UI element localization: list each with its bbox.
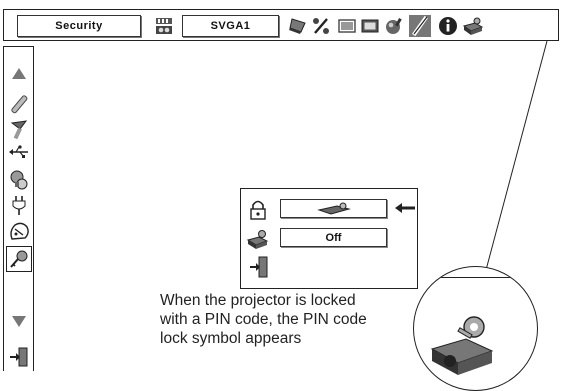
power-management-icon[interactable]	[8, 221, 30, 243]
exit-icon[interactable]	[248, 255, 270, 279]
color-icon[interactable]	[384, 16, 404, 36]
key-lock-icon[interactable]	[462, 15, 484, 37]
magnified-frame-edge	[414, 267, 537, 278]
exit-icon[interactable]	[8, 346, 30, 368]
padlock-icon	[250, 200, 266, 220]
menu-label-security[interactable]: Security	[17, 15, 141, 37]
pin-code-lock-dialog: Off	[240, 188, 418, 289]
memory-card-icon[interactable]	[154, 16, 174, 36]
screen-frame-icon[interactable]	[360, 16, 380, 36]
usb-icon[interactable]	[8, 141, 30, 163]
pin-lock-value-field[interactable]: Off	[280, 228, 387, 247]
lamp-icon[interactable]	[8, 169, 30, 191]
pin-lock-symbol-icon	[430, 316, 494, 375]
projector-key-icon	[316, 202, 351, 215]
top-menu-bar: Security SVGA1	[3, 9, 559, 41]
sidebar-menu	[3, 46, 34, 371]
notebook-pc-icon[interactable]	[288, 16, 308, 36]
triangle-up-icon[interactable]	[8, 63, 30, 85]
magnified-lock-symbol	[413, 266, 538, 391]
screen-icon[interactable]	[337, 16, 357, 36]
input-source-display[interactable]: SVGA1	[182, 15, 279, 37]
info-icon[interactable]	[438, 16, 458, 36]
triangle-down-icon[interactable]	[8, 310, 30, 332]
description-text: When the projector is locked with a PIN …	[160, 292, 367, 347]
brush-icon[interactable]	[8, 119, 30, 141]
sidebar-item-security[interactable]	[6, 246, 32, 272]
security-key-icon	[10, 250, 28, 268]
key-pin-icon	[246, 230, 269, 249]
plug-icon[interactable]	[8, 194, 30, 216]
key-icon-field[interactable]	[280, 199, 387, 218]
pen-icon[interactable]	[8, 93, 30, 115]
percent-icon[interactable]	[311, 16, 331, 36]
pencil-icon[interactable]	[408, 14, 432, 38]
left-arrow-icon	[395, 203, 415, 213]
